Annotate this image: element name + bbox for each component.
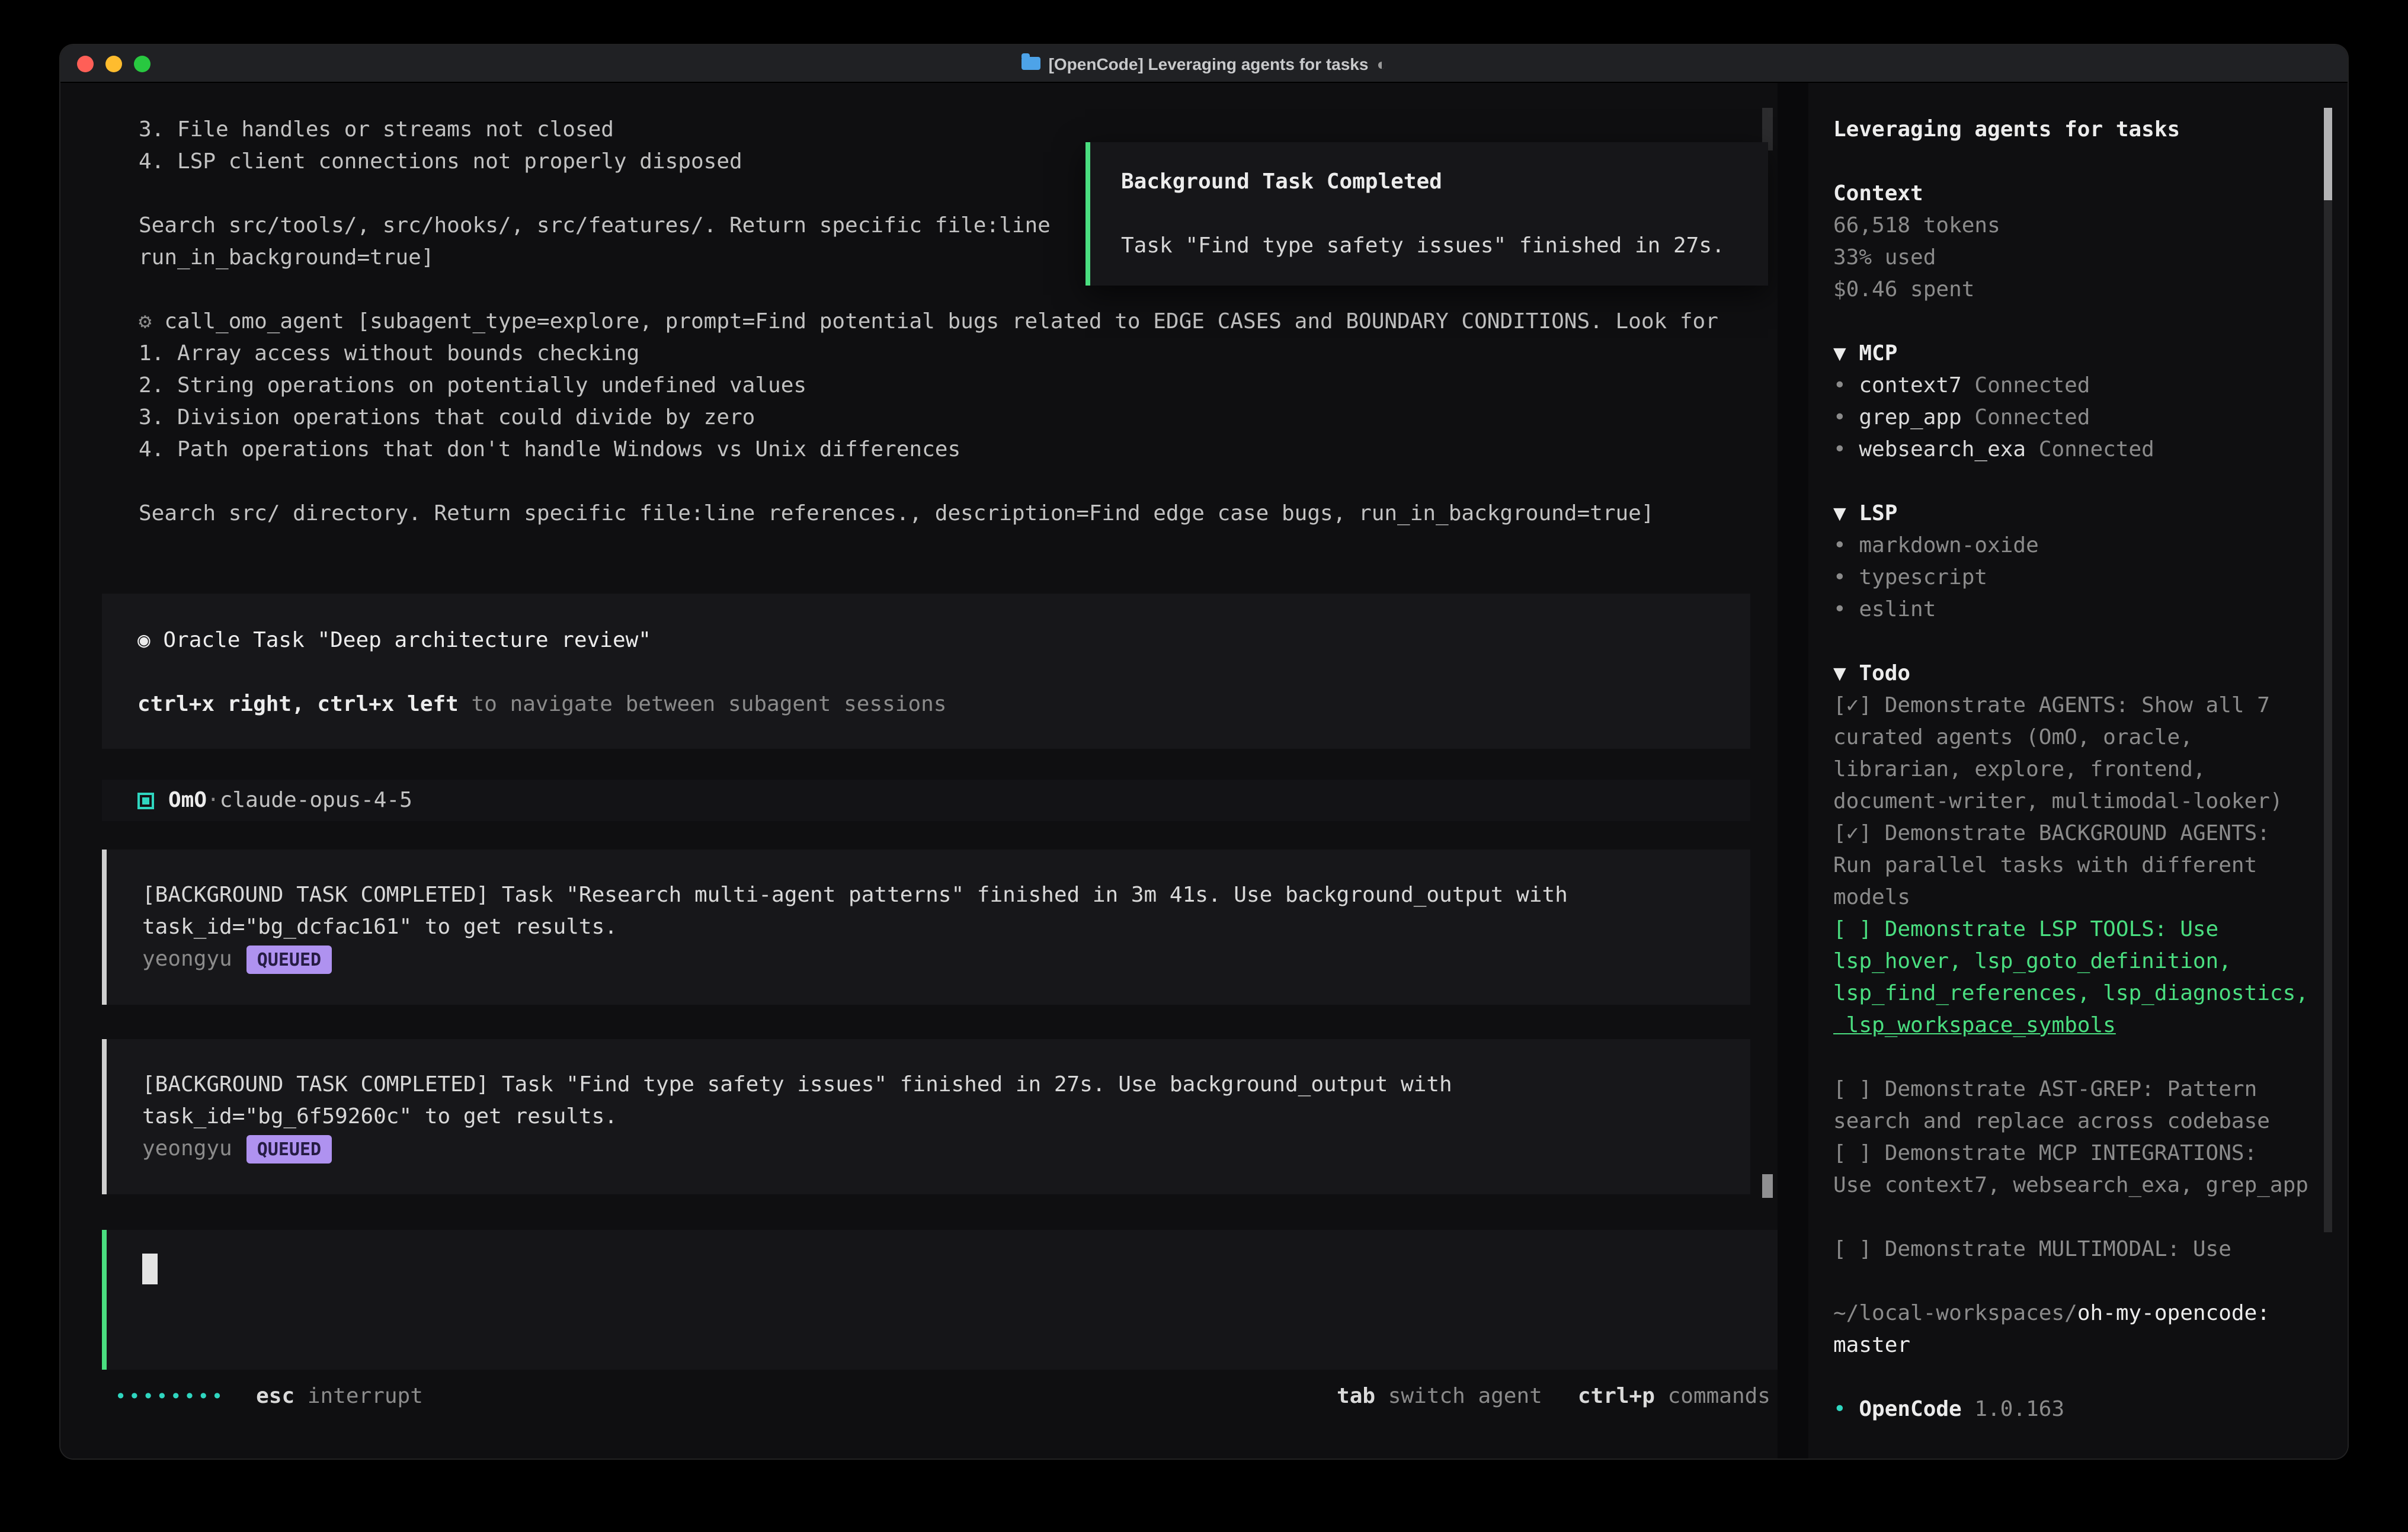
todo-line-done: [✓] Demonstrate AGENTS: Show all 7 — [1833, 690, 2349, 722]
close-window-button[interactable] — [77, 55, 94, 72]
todo-line-done: librarian, explore, frontend, — [1833, 754, 2349, 786]
background-task-message: [BACKGROUND TASK COMPLETED] Task "Find t… — [102, 1039, 1750, 1194]
terminal-output-line — [139, 466, 1778, 498]
spinner-dots: •••••••• — [115, 1380, 225, 1412]
window-body: 3. File handles or streams not closed 4.… — [60, 83, 2348, 1460]
todo-line-done: [✓] Demonstrate BACKGROUND AGENTS: — [1833, 818, 2349, 850]
agent-checkbox-icon — [137, 792, 154, 809]
todo-line-done: models — [1833, 882, 2349, 914]
sidebar-scrollbar-track[interactable] — [2324, 108, 2332, 1232]
todo-section-header[interactable]: ▼ Todo — [1833, 658, 2349, 690]
context-spent: $0.46 spent — [1833, 274, 2349, 306]
todo-line-done: document-writer, multimodal-looker) — [1833, 786, 2349, 818]
message-author: yeongyu — [142, 947, 232, 972]
text-cursor — [142, 1254, 158, 1284]
terminal-output-line: 2. String operations on potentially unde… — [139, 370, 1778, 402]
todo-line-active: lsp_workspace_symbols — [1833, 1009, 2349, 1041]
background-task-toast: Background Task Completed Task "Find typ… — [1085, 142, 1768, 286]
toast-body: Task "Find type safety issues" finished … — [1121, 230, 1768, 262]
todo-line-pending: [ ] Demonstrate MCP INTEGRATIONS: — [1833, 1137, 2349, 1169]
todo-line-active: [ ] Demonstrate LSP TOOLS: Use — [1833, 914, 2349, 946]
todo-line-active: lsp_hover, lsp_goto_definition, — [1833, 946, 2349, 977]
todo-line-done: curated agents (OmO, oracle, — [1833, 722, 2349, 754]
desktop: [OpenCode] Leveraging agents for tasks ◐… — [0, 0, 2408, 1532]
window-title-text: [OpenCode] Leveraging agents for tasks — [1049, 44, 1369, 82]
toast-title: Background Task Completed — [1121, 166, 1768, 198]
traffic-lights — [77, 45, 150, 82]
mcp-item: •context7Connected — [1833, 370, 2349, 402]
todo-line-active: lsp_find_references, lsp_diagnostics, — [1833, 977, 2349, 1009]
context-used: 33% used — [1833, 242, 2349, 274]
message-author: yeongyu — [142, 1136, 232, 1161]
queued-status-badge: QUEUED — [246, 946, 332, 974]
prompt-input[interactable]: OmOOpus 4.5Anthropic — [102, 1230, 1778, 1370]
branch-name: master — [1833, 1329, 2349, 1361]
sidebar-scrollbar-thumb[interactable] — [2324, 108, 2332, 200]
window-titlebar[interactable]: [OpenCode] Leveraging agents for tasks ◐ — [60, 45, 2348, 83]
terminal-output-line: 3. File handles or streams not closed — [139, 114, 1778, 146]
mcp-item: •websearch_exaConnected — [1833, 434, 2349, 466]
lsp-item: •eslint — [1833, 594, 2349, 626]
commands-key-hint: ctrl+p commands — [1578, 1380, 1770, 1412]
todo-line-pending: Use context7, websearch_exa, grep_app — [1833, 1169, 2349, 1201]
terminal-output-line: Search src/ directory. Return specific f… — [139, 498, 1778, 530]
app-name: OpenCode — [1859, 1397, 1961, 1422]
input-status-line: OmOOpus 4.5Anthropic — [142, 1321, 1778, 1353]
lsp-item: •typescript — [1833, 562, 2349, 594]
agent-call-line: ⚙ call_omo_agent [subagent_type=explore,… — [139, 306, 1778, 338]
todo-line-pending: [ ] Demonstrate MULTIMODAL: Use — [1833, 1233, 2349, 1265]
esc-key-hint: esc — [256, 1380, 294, 1412]
lsp-section-header[interactable]: ▼ LSP — [1833, 498, 2349, 530]
queued-status-badge: QUEUED — [246, 1135, 332, 1164]
minimize-window-button[interactable] — [105, 55, 122, 72]
oracle-task-banner: ◉ Oracle Task "Deep architecture review"… — [102, 594, 1750, 749]
sidebar: Leveraging agents for tasks Context 66,5… — [1808, 83, 2349, 1460]
window-title: [OpenCode] Leveraging agents for tasks ◐ — [60, 44, 2348, 82]
agent-session-header[interactable]: OmO · claude-opus-4-5 — [102, 780, 1750, 821]
oracle-icon: ◉ — [137, 628, 150, 653]
separator-dot: · — [207, 784, 220, 816]
context-tokens: 66,518 tokens — [1833, 210, 2349, 242]
mcp-item: •grep_appConnected — [1833, 402, 2349, 434]
background-task-message: [BACKGROUND TASK COMPLETED] Task "Resear… — [102, 850, 1750, 1005]
folder-icon — [1022, 57, 1040, 70]
model-name: claude-opus-4-5 — [220, 784, 412, 816]
navigation-keys: ctrl+x right, ctrl+x left — [137, 692, 459, 717]
version-line: •OpenCode1.0.163 — [1833, 1393, 2349, 1425]
terminal-output-line: 1. Array access without bounds checking — [139, 338, 1778, 370]
mcp-section-header[interactable]: ▼ MCP — [1833, 338, 2349, 370]
zoom-window-button[interactable] — [134, 55, 150, 72]
todo-line-done: Run parallel tasks with different — [1833, 850, 2349, 882]
gear-icon: ⚙ — [139, 309, 152, 334]
sidebar-title: Leveraging agents for tasks — [1833, 114, 2349, 146]
terminal-window: [OpenCode] Leveraging agents for tasks ◐… — [59, 44, 2349, 1460]
terminal-main-pane[interactable]: 3. File handles or streams not closed 4.… — [60, 83, 1778, 1460]
tab-key-hint: tab switch agent — [1337, 1380, 1542, 1412]
agent-name: OmO — [168, 784, 207, 816]
terminal-output-line: 3. Division operations that could divide… — [139, 402, 1778, 434]
context-section-heading: Context — [1833, 178, 2349, 210]
status-bar: •••••••• esc interrupt tab switch agent … — [115, 1380, 1770, 1412]
half-circle-icon: ◐ — [1376, 44, 1386, 82]
todo-line-pending: search and replace across codebase — [1833, 1105, 2349, 1137]
lsp-item: •markdown-oxide — [1833, 530, 2349, 562]
terminal-output-line: 4. Path operations that don't handle Win… — [139, 434, 1778, 466]
main-scrollbar-thumb[interactable] — [1762, 1174, 1773, 1198]
app-version: 1.0.163 — [1974, 1397, 2064, 1422]
workspace-path: ~/local-workspaces/oh-my-opencode: — [1833, 1297, 2349, 1329]
todo-line-pending: [ ] Demonstrate AST-GREP: Pattern — [1833, 1073, 2349, 1105]
